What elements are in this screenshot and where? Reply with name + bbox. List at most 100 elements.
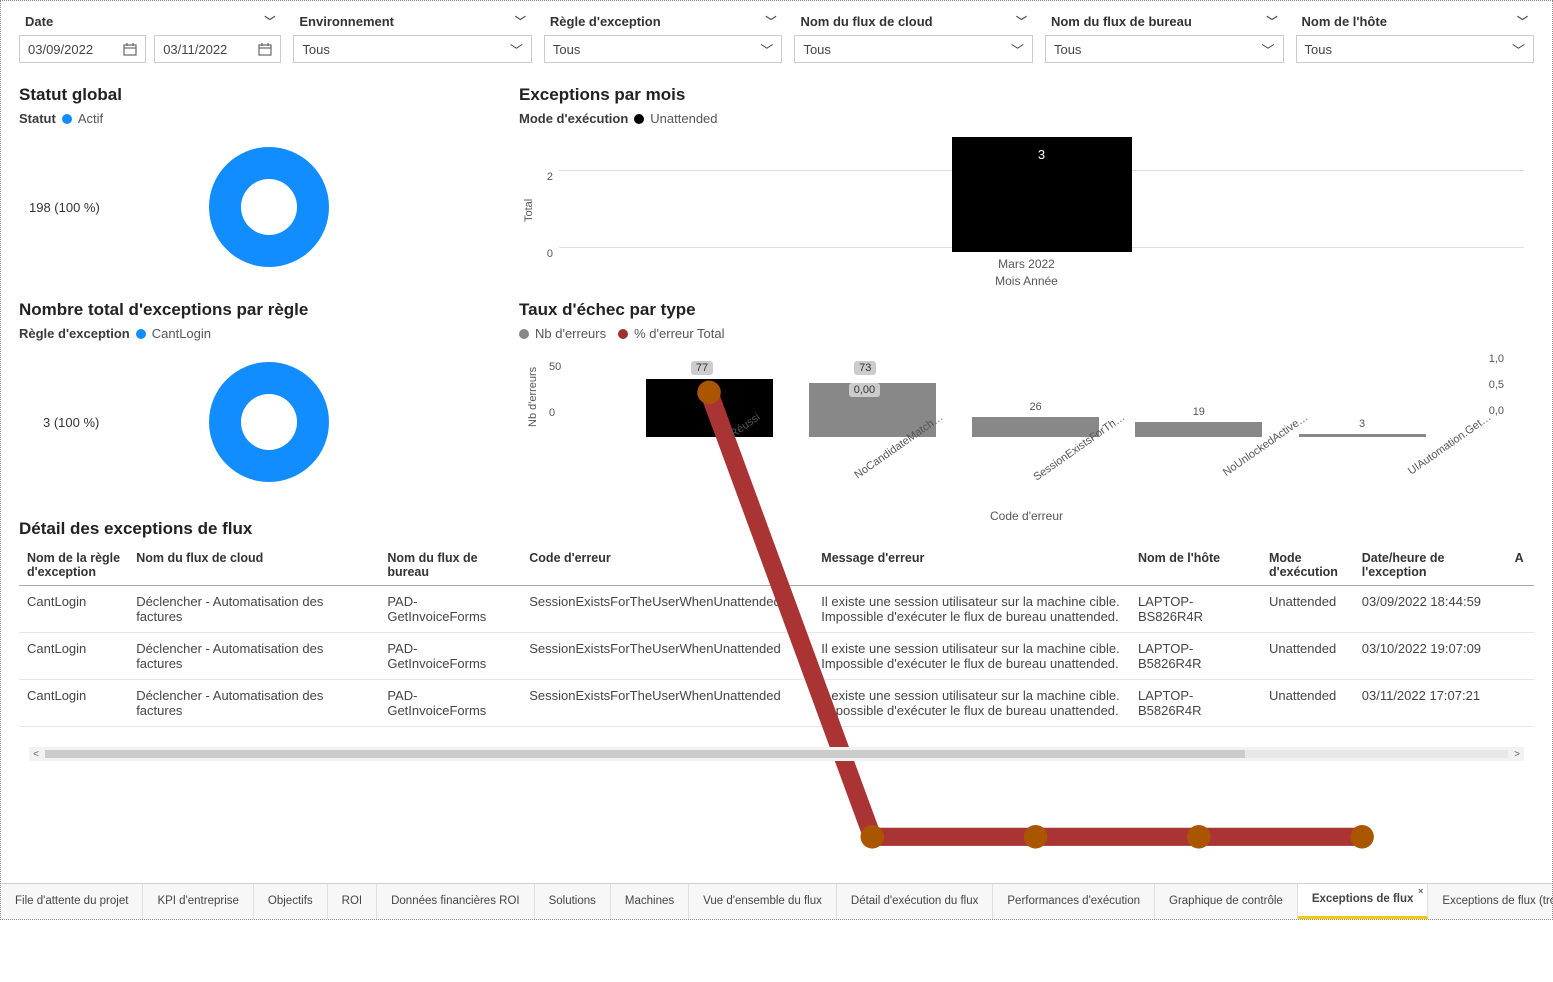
date-from-input[interactable]: 03/09/2022 [19,35,146,63]
global-status-donut[interactable]: 198 (100 %) [19,132,509,282]
row-2: Nombre total d'exceptions par règle Règl… [19,292,1534,517]
donut-chart [209,362,329,482]
chevron-down-icon: ﹀ [1517,13,1528,29]
scroll-thumb[interactable] [45,750,1245,758]
failure-rate-legend-a: Nb d'erreurs [535,326,606,341]
filter-cloud-flow-header[interactable]: Nom du flux de cloud ﹀ [794,11,1033,31]
tab[interactable]: ROI [328,884,377,919]
dashboard-root: Date ﹀ 03/09/2022 03/11/2022 Environneme… [0,0,1553,920]
col-cloud[interactable]: Nom du flux de cloud [128,545,379,586]
tab[interactable]: Vue d'ensemble du flux [689,884,837,919]
combo-plot: 26 19 3 77 73 0,00 [573,347,1480,437]
y-tick-right: 1,0 [1489,353,1504,365]
cell-cloud: Déclencher - Automatisation des factures [128,680,379,727]
filter-cloud-flow-value: Tous [803,42,830,57]
filter-environment-header[interactable]: Environnement ﹀ [293,11,532,31]
col-rule[interactable]: Nom de la règle d'exception [19,545,128,586]
failure-rate-chart[interactable]: Nb d'erreurs 50 0 1,0 0,5 0,0 26 19 3 77… [519,347,1534,517]
exceptions-rule-legend-value: CantLogin [152,326,211,341]
filter-cloud-flow-label: Nom du flux de cloud [800,14,932,29]
filter-exception-rule: Règle d'exception ﹀ Tous ﹀ [544,11,783,63]
chevron-down-icon: ﹀ [1011,40,1024,59]
exceptions-month-legend: Mode d'exécution Unattended [519,111,1534,126]
y-tick: 0 [547,248,553,260]
close-icon[interactable]: × [1418,886,1423,896]
tab[interactable]: KPI d'entreprise [143,884,253,919]
scroll-track[interactable] [45,750,1508,758]
tab[interactable]: Exceptions de flux (trois) [1428,884,1553,919]
cell-rule: CantLogin [19,680,128,727]
exceptions-month-ylabel: Total [523,199,535,222]
filter-row: Date ﹀ 03/09/2022 03/11/2022 Environneme… [19,11,1534,63]
cell-desktop: PAD-GetInvoiceForms [379,680,521,727]
filter-host: Nom de l'hôte ﹀ Tous ﹀ [1296,11,1535,63]
y-tick-right: 0,0 [1489,405,1504,417]
filter-exception-rule-value: Tous [553,42,580,57]
exceptions-month-xlabel-sub: Mois Année [995,274,1058,288]
tab[interactable]: File d'attente du projet [1,884,143,919]
filter-cloud-flow-select[interactable]: Tous ﹀ [794,35,1033,63]
col-desktop[interactable]: Nom du flux de bureau [379,545,521,586]
filter-environment: Environnement ﹀ Tous ﹀ [293,11,532,63]
bar-value: 3 [1038,147,1045,162]
filter-host-header[interactable]: Nom de l'hôte ﹀ [1296,11,1535,31]
cell-extra [1507,680,1534,727]
tab[interactable]: Solutions [535,884,611,919]
tab[interactable]: Objectifs [254,884,328,919]
failure-rate-panel: Taux d'échec par type Nb d'erreurs % d'e… [509,292,1534,517]
filter-date-header[interactable]: Date ﹀ [19,11,281,31]
filter-exception-rule-label: Règle d'exception [550,14,661,29]
tab[interactable]: Données financières ROI [377,884,534,919]
date-from-value: 03/09/2022 [28,42,93,57]
date-to-input[interactable]: 03/11/2022 [154,35,281,63]
cell-cloud: Déclencher - Automatisation des factures [128,633,379,680]
global-status-legend: Statut Actif [19,111,509,126]
date-to-value: 03/11/2022 [163,42,227,57]
chevron-down-icon: ﹀ [765,13,776,29]
legend-dot-icon [136,329,146,339]
exceptions-month-chart[interactable]: Total 2 0 3 Mars 2022 Mois Année [519,132,1534,292]
global-status-legend-label: Statut [19,111,56,126]
cell-extra [1507,633,1534,680]
filter-exception-rule-header[interactable]: Règle d'exception ﹀ [544,11,783,31]
filter-desktop-flow: Nom du flux de bureau ﹀ Tous ﹀ [1045,11,1284,63]
bar: 3 [952,137,1132,252]
chevron-down-icon: ﹀ [515,13,526,29]
filter-host-select[interactable]: Tous ﹀ [1296,35,1535,63]
exceptions-month-title: Exceptions par mois [519,85,1534,105]
legend-dot-icon [62,114,72,124]
scroll-left-arrow-icon[interactable]: < [29,749,43,760]
filter-environment-label: Environnement [299,14,394,29]
tab[interactable]: Performances d'exécution [993,884,1155,919]
row-1: Statut global Statut Actif 198 (100 %) E… [19,77,1534,292]
filter-desktop-flow-select[interactable]: Tous ﹀ [1045,35,1284,63]
cell-extra [1507,586,1534,633]
filter-desktop-flow-header[interactable]: Nom du flux de bureau ﹀ [1045,11,1284,31]
global-status-title: Statut global [19,85,509,105]
global-status-panel: Statut global Statut Actif 198 (100 %) [19,77,509,292]
y-tick-right: 0,5 [1489,379,1504,391]
y-tick-left: 50 [549,361,561,373]
filter-host-label: Nom de l'hôte [1302,14,1387,29]
horizontal-scrollbar[interactable]: < > [29,747,1524,761]
y-tick-left: 0 [549,407,555,419]
cell-cloud: Déclencher - Automatisation des factures [128,586,379,633]
filter-environment-value: Tous [302,42,329,57]
y-tick: 2 [547,171,553,183]
tab[interactable]: Exceptions de flux× [1298,884,1429,919]
tab[interactable]: Machines [611,884,689,919]
filter-environment-select[interactable]: Tous ﹀ [293,35,532,63]
scroll-right-arrow-icon[interactable]: > [1510,749,1524,760]
chevron-down-icon: ﹀ [1016,13,1027,29]
tab[interactable]: Graphique de contrôle [1155,884,1298,919]
col-extra[interactable]: A [1507,545,1534,586]
chevron-down-icon: ﹀ [1512,40,1525,59]
filter-cloud-flow: Nom du flux de cloud ﹀ Tous ﹀ [794,11,1033,63]
tab[interactable]: Détail d'exécution du flux [837,884,994,919]
exceptions-rule-donut-label: 3 (100 %) [43,415,99,430]
global-status-legend-value: Actif [78,111,103,126]
failure-rate-legend: Nb d'erreurs % d'erreur Total [519,326,1534,341]
exceptions-rule-donut[interactable]: 3 (100 %) [19,347,509,497]
filter-exception-rule-select[interactable]: Tous ﹀ [544,35,783,63]
filter-date: Date ﹀ 03/09/2022 03/11/2022 [19,11,281,63]
